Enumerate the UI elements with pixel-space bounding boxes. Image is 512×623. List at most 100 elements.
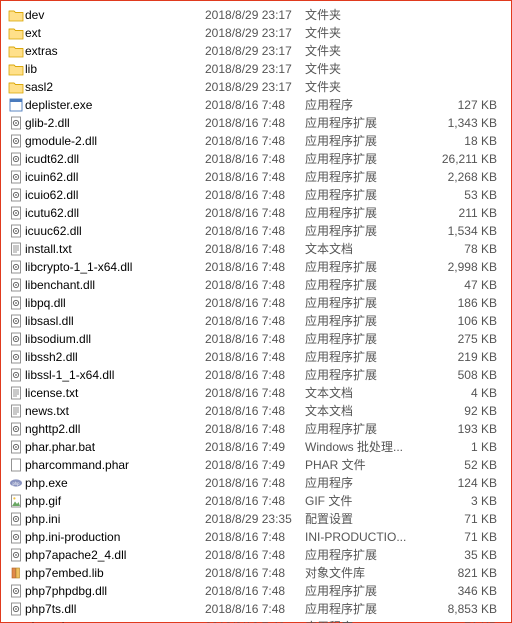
file-row[interactable]: icuio62.dll2018/8/16 7:48应用程序扩展53 KB	[7, 186, 505, 204]
file-date: 2018/8/16 7:48	[205, 96, 305, 114]
file-name: php.exe	[25, 474, 205, 492]
file-size: 26,211 KB	[419, 150, 505, 168]
file-row[interactable]: sasl22018/8/29 23:17文件夹	[7, 78, 505, 96]
file-row[interactable]: pharcommand.phar2018/8/16 7:49PHAR 文件52 …	[7, 456, 505, 474]
file-name: php.ini-production	[25, 528, 205, 546]
file-row[interactable]: install.txt2018/8/16 7:48文本文档78 KB	[7, 240, 505, 258]
file-name: license.txt	[25, 384, 205, 402]
file-row[interactable]: glib-2.dll2018/8/16 7:48应用程序扩展1,343 KB	[7, 114, 505, 132]
file-row[interactable]: php.gif2018/8/16 7:48GIF 文件3 KB	[7, 492, 505, 510]
file-row[interactable]: libsodium.dll2018/8/16 7:48应用程序扩展275 KB	[7, 330, 505, 348]
file-row[interactable]: libssl-1_1-x64.dll2018/8/16 7:48应用程序扩展50…	[7, 366, 505, 384]
file-date: 2018/8/29 23:17	[205, 42, 305, 60]
file-name: icuin62.dll	[25, 168, 205, 186]
file-date: 2018/8/16 7:48	[205, 330, 305, 348]
file-list[interactable]: dev2018/8/29 23:17文件夹ext2018/8/29 23:17文…	[7, 6, 505, 623]
dll-icon	[7, 583, 25, 599]
file-name: php7apache2_4.dll	[25, 546, 205, 564]
dll-icon	[7, 349, 25, 365]
file-row[interactable]: php7apache2_4.dll2018/8/16 7:48应用程序扩展35 …	[7, 546, 505, 564]
file-row[interactable]: icutu62.dll2018/8/16 7:48应用程序扩展211 KB	[7, 204, 505, 222]
file-row[interactable]: php7ts.dll2018/8/16 7:48应用程序扩展8,853 KB	[7, 600, 505, 618]
folder-icon	[7, 7, 25, 23]
file-date: 2018/8/16 7:48	[205, 366, 305, 384]
dll-icon	[7, 367, 25, 383]
file-size: 211 KB	[419, 204, 505, 222]
file-row[interactable]: libenchant.dll2018/8/16 7:48应用程序扩展47 KB	[7, 276, 505, 294]
file-name: extras	[25, 42, 205, 60]
file-name: deplister.exe	[25, 96, 205, 114]
file-row[interactable]: libcrypto-1_1-x64.dll2018/8/16 7:48应用程序扩…	[7, 258, 505, 276]
file-name: pharcommand.phar	[25, 456, 205, 474]
file-size: 71 KB	[419, 528, 505, 546]
dll-icon	[7, 223, 25, 239]
file-type: 应用程序扩展	[305, 132, 419, 150]
file-name: install.txt	[25, 240, 205, 258]
file-date: 2018/8/16 7:48	[205, 150, 305, 168]
dll-icon	[7, 601, 25, 617]
file-row[interactable]: nghttp2.dll2018/8/16 7:48应用程序扩展193 KB	[7, 420, 505, 438]
file-row[interactable]: libpq.dll2018/8/16 7:48应用程序扩展186 KB	[7, 294, 505, 312]
file-date: 2018/8/16 7:48	[205, 276, 305, 294]
file-date: 2018/8/16 7:48	[205, 564, 305, 582]
file-type: 应用程序扩展	[305, 168, 419, 186]
file-row[interactable]: libssh2.dll2018/8/16 7:48应用程序扩展219 KB	[7, 348, 505, 366]
file-row[interactable]: license.txt2018/8/16 7:48文本文档4 KB	[7, 384, 505, 402]
file-name: php-cgi.exe	[25, 618, 205, 623]
file-row[interactable]: gmodule-2.dll2018/8/16 7:48应用程序扩展18 KB	[7, 132, 505, 150]
file-date: 2018/8/16 7:48	[205, 402, 305, 420]
dll-icon	[7, 133, 25, 149]
file-name: php7ts.dll	[25, 600, 205, 618]
file-row[interactable]: extras2018/8/29 23:17文件夹	[7, 42, 505, 60]
file-name: icudt62.dll	[25, 150, 205, 168]
file-row[interactable]: php.ini2018/8/29 23:35配置设置71 KB	[7, 510, 505, 528]
txt-icon	[7, 241, 25, 257]
dll-icon	[7, 169, 25, 185]
file-type: 应用程序	[305, 96, 419, 114]
file-row[interactable]: phpphp-cgi.exe2018/8/16 7:48应用程序71 KB	[7, 618, 505, 623]
file-size: 71 KB	[419, 510, 505, 528]
file-name: php.ini	[25, 510, 205, 528]
file-date: 2018/8/16 7:48	[205, 420, 305, 438]
dll-icon	[7, 151, 25, 167]
folder-icon	[7, 43, 25, 59]
file-row[interactable]: php.ini-production2018/8/16 7:48INI-PROD…	[7, 528, 505, 546]
file-name: libssl-1_1-x64.dll	[25, 366, 205, 384]
file-date: 2018/8/16 7:48	[205, 222, 305, 240]
file-row[interactable]: lib2018/8/29 23:17文件夹	[7, 60, 505, 78]
file-row[interactable]: php7phpdbg.dll2018/8/16 7:48应用程序扩展346 KB	[7, 582, 505, 600]
file-date: 2018/8/29 23:17	[205, 78, 305, 96]
file-date: 2018/8/29 23:17	[205, 6, 305, 24]
file-type: INI-PRODUCTIO...	[305, 528, 419, 546]
file-row[interactable]: news.txt2018/8/16 7:48文本文档92 KB	[7, 402, 505, 420]
dll-icon	[7, 277, 25, 293]
file-size: 78 KB	[419, 240, 505, 258]
file-date: 2018/8/16 7:48	[205, 348, 305, 366]
file-date: 2018/8/16 7:48	[205, 384, 305, 402]
file-type: 文本文档	[305, 402, 419, 420]
file-row[interactable]: dev2018/8/29 23:17文件夹	[7, 6, 505, 24]
file-row[interactable]: icuin62.dll2018/8/16 7:48应用程序扩展2,268 KB	[7, 168, 505, 186]
file-row[interactable]: phpphp.exe2018/8/16 7:48应用程序124 KB	[7, 474, 505, 492]
file-size: 8,853 KB	[419, 600, 505, 618]
file-date: 2018/8/16 7:48	[205, 582, 305, 600]
file-type: 应用程序扩展	[305, 546, 419, 564]
file-date: 2018/8/29 23:35	[205, 510, 305, 528]
file-size: 124 KB	[419, 474, 505, 492]
file-row[interactable]: icuuc62.dll2018/8/16 7:48应用程序扩展1,534 KB	[7, 222, 505, 240]
file-row[interactable]: ext2018/8/29 23:17文件夹	[7, 24, 505, 42]
file-row[interactable]: deplister.exe2018/8/16 7:48应用程序127 KB	[7, 96, 505, 114]
file-date: 2018/8/29 23:17	[205, 24, 305, 42]
file-row[interactable]: phar.phar.bat2018/8/16 7:49Windows 批处理..…	[7, 438, 505, 456]
file-row[interactable]: php7embed.lib2018/8/16 7:48对象文件库821 KB	[7, 564, 505, 582]
file-date: 2018/8/16 7:48	[205, 114, 305, 132]
file-size: 1,534 KB	[419, 222, 505, 240]
file-row[interactable]: libsasl.dll2018/8/16 7:48应用程序扩展106 KB	[7, 312, 505, 330]
file-name: libpq.dll	[25, 294, 205, 312]
file-name: gmodule-2.dll	[25, 132, 205, 150]
file-date: 2018/8/16 7:48	[205, 600, 305, 618]
file-size: 821 KB	[419, 564, 505, 582]
file-row[interactable]: icudt62.dll2018/8/16 7:48应用程序扩展26,211 KB	[7, 150, 505, 168]
file-size: 1,343 KB	[419, 114, 505, 132]
folder-icon	[7, 79, 25, 95]
